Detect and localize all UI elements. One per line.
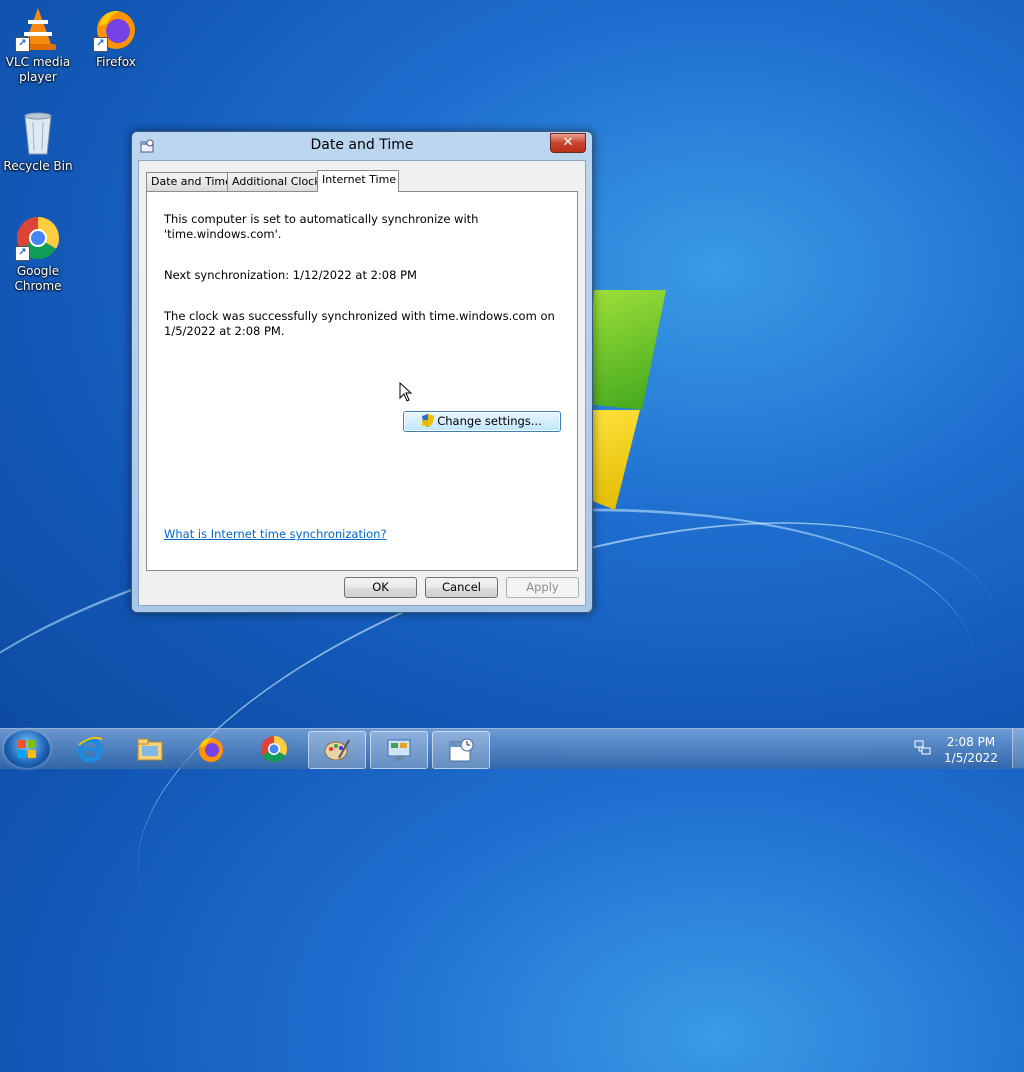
desktop-icon-label: Google Chrome bbox=[14, 264, 62, 293]
desktop-icon-recycle-bin[interactable]: Recycle Bin bbox=[0, 110, 76, 174]
shortcut-arrow-icon: ↗ bbox=[15, 246, 30, 261]
internet-time-panel: This computer is set to automatically sy… bbox=[146, 191, 578, 571]
taskbar-item-control-panel[interactable] bbox=[370, 731, 428, 769]
shortcut-arrow-icon: ↗ bbox=[15, 37, 30, 52]
tab-label: Internet Time bbox=[322, 173, 397, 186]
taskbar-item-firefox[interactable] bbox=[183, 731, 239, 767]
windows-start-icon bbox=[18, 740, 36, 758]
recycle-bin-icon bbox=[15, 110, 61, 156]
tab-internet-time[interactable]: Internet Time bbox=[317, 170, 399, 192]
dialog-title: Date and Time bbox=[310, 137, 414, 153]
ok-label: OK bbox=[372, 580, 389, 594]
taskbar-item-chrome[interactable] bbox=[246, 731, 302, 767]
windows-logo-wallpaper bbox=[590, 410, 640, 510]
last-sync-text: The clock was successfully synchronized … bbox=[164, 309, 559, 339]
desktop-icon-label: Recycle Bin bbox=[3, 159, 73, 173]
taskbar-item-paint[interactable] bbox=[308, 731, 366, 769]
shortcut-arrow-icon: ↗ bbox=[93, 37, 108, 52]
apply-button[interactable]: Apply bbox=[506, 577, 579, 598]
dialog-titlebar[interactable]: Date and Time ✕ bbox=[132, 132, 592, 160]
internet-explorer-icon bbox=[76, 735, 104, 763]
windows-logo-wallpaper bbox=[586, 290, 666, 410]
sync-info-line: This computer is set to automatically sy… bbox=[164, 212, 479, 226]
firefox-icon bbox=[197, 735, 225, 763]
tab-label: Date and Time bbox=[151, 175, 232, 188]
sync-info-text: This computer is set to automatically sy… bbox=[164, 212, 559, 242]
firefox-icon: ↗ bbox=[93, 6, 139, 52]
dialog-client-area: Date and Time Additional Clocks Internet… bbox=[138, 160, 586, 606]
tab-date-and-time[interactable]: Date and Time bbox=[146, 172, 232, 191]
uac-shield-icon bbox=[422, 414, 435, 427]
desktop-icon-label: VLC media player bbox=[5, 55, 71, 84]
chrome-icon: ↗ bbox=[15, 215, 61, 261]
taskbar-item-file-explorer[interactable] bbox=[122, 731, 178, 767]
taskbar-item-date-time[interactable] bbox=[432, 731, 490, 769]
next-sync-text: Next synchronization: 1/12/2022 at 2:08 … bbox=[164, 268, 417, 282]
help-link[interactable]: What is Internet time synchronization? bbox=[164, 527, 387, 541]
taskbar bbox=[0, 728, 1024, 769]
change-settings-button[interactable]: Change settings... bbox=[403, 411, 561, 432]
date-time-dialog: Date and Time ✕ Date and Time Additional… bbox=[131, 131, 593, 613]
show-desktop-button[interactable] bbox=[1012, 729, 1024, 768]
last-sync-line: 1/5/2022 at 2:08 PM. bbox=[164, 324, 285, 338]
paint-icon bbox=[323, 736, 351, 764]
clock-date: 1/5/2022 bbox=[944, 751, 998, 765]
vlc-icon: ↗ bbox=[15, 6, 61, 52]
desktop-icon-vlc[interactable]: ↗ VLC media player bbox=[0, 6, 76, 85]
desktop-icon-chrome[interactable]: ↗ Google Chrome bbox=[0, 215, 76, 294]
date-time-icon bbox=[447, 736, 475, 764]
apply-label: Apply bbox=[526, 580, 559, 594]
last-sync-line: The clock was successfully synchronized … bbox=[164, 309, 555, 323]
file-explorer-icon bbox=[136, 735, 164, 763]
change-settings-label: Change settings... bbox=[437, 414, 542, 428]
chrome-icon bbox=[260, 735, 288, 763]
taskbar-item-internet-explorer[interactable] bbox=[62, 731, 118, 767]
mouse-cursor-icon bbox=[399, 381, 413, 405]
clock-time: 2:08 PM bbox=[946, 735, 996, 749]
sync-info-line: 'time.windows.com'. bbox=[164, 227, 282, 241]
cancel-button[interactable]: Cancel bbox=[425, 577, 498, 598]
ok-button[interactable]: OK bbox=[344, 577, 417, 598]
taskbar-clock[interactable]: 2:08 PM 1/5/2022 bbox=[936, 734, 1006, 766]
desktop-icon-firefox[interactable]: ↗ Firefox bbox=[78, 6, 154, 70]
cancel-label: Cancel bbox=[442, 580, 481, 594]
close-button[interactable]: ✕ bbox=[550, 133, 586, 153]
start-button[interactable] bbox=[4, 730, 50, 768]
control-panel-icon bbox=[385, 736, 413, 764]
network-tray-icon[interactable] bbox=[914, 740, 932, 756]
tab-additional-clocks[interactable]: Additional Clocks bbox=[227, 172, 326, 191]
tab-label: Additional Clocks bbox=[232, 175, 327, 188]
desktop-icon-label: Firefox bbox=[96, 55, 136, 69]
close-icon: ✕ bbox=[562, 135, 574, 150]
